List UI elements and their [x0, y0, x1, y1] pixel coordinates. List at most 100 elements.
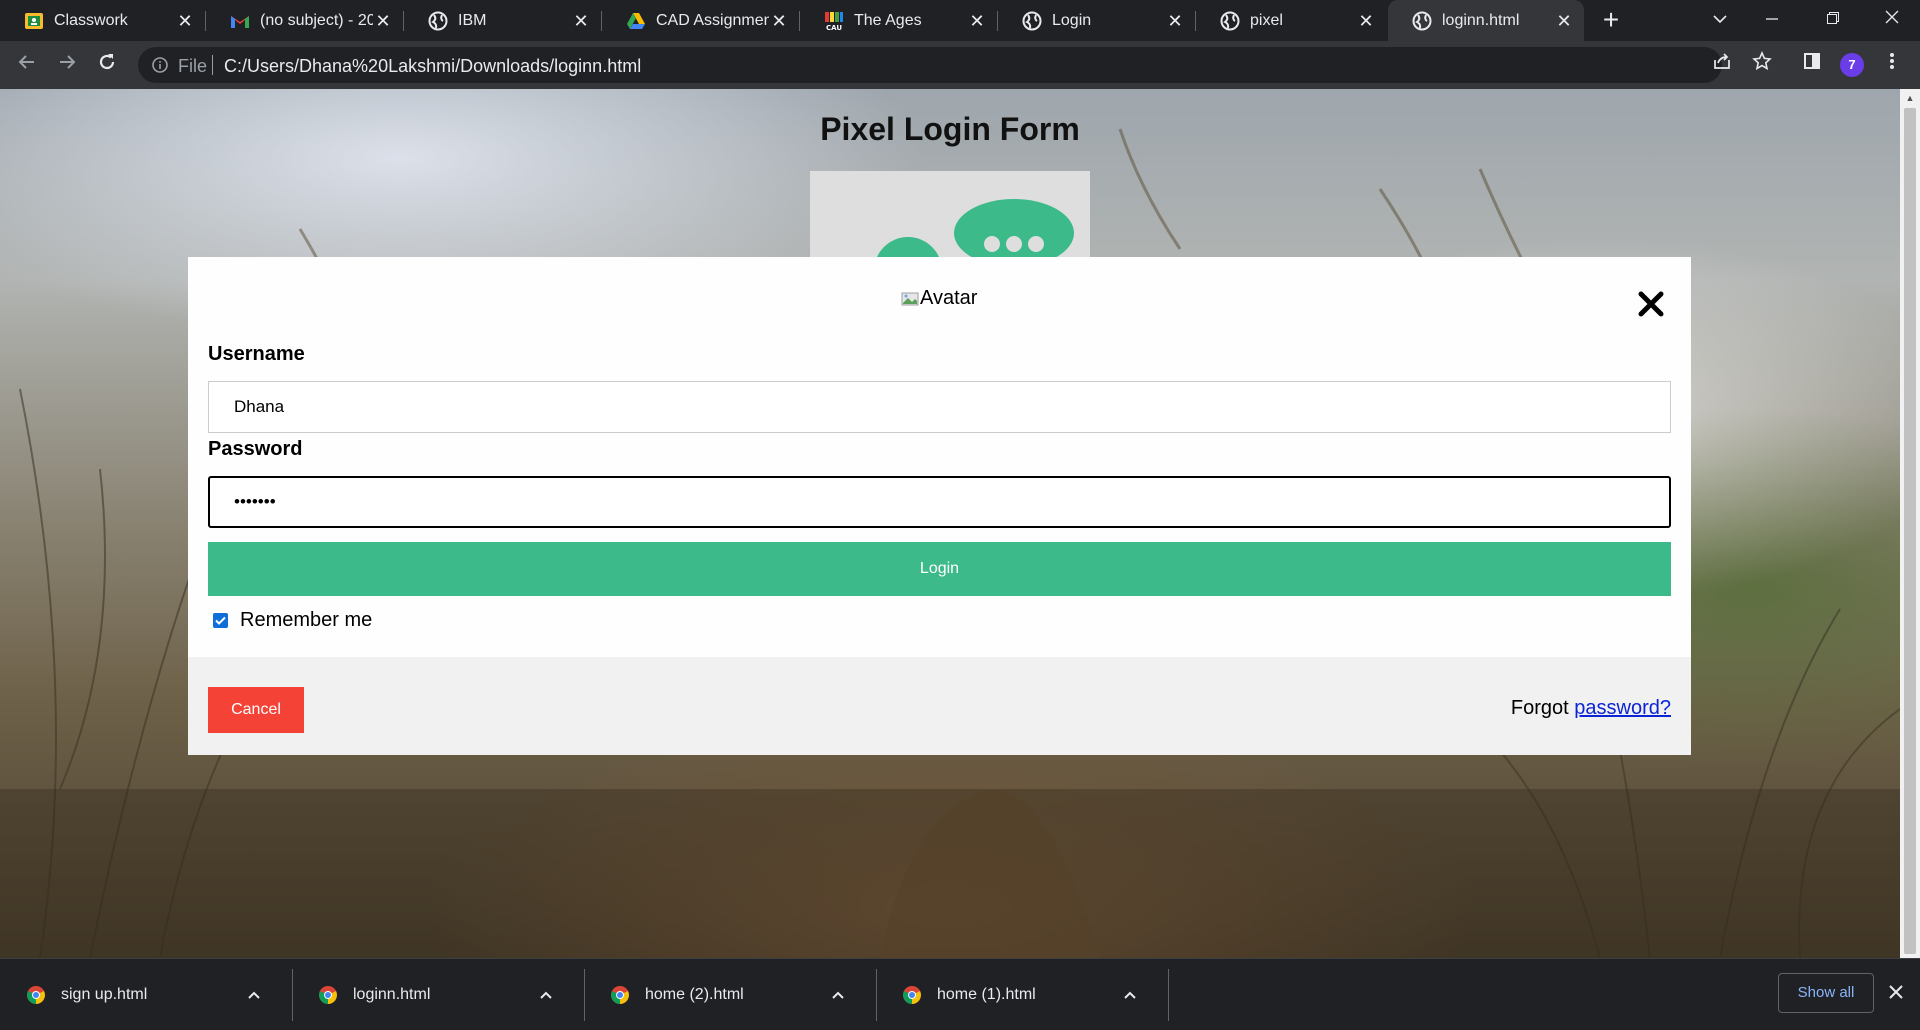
- globe-icon: [428, 11, 448, 31]
- share-button[interactable]: [1708, 51, 1736, 79]
- globe-icon: [1412, 11, 1432, 31]
- forward-arrow-icon: [60, 55, 76, 69]
- download-item[interactable]: home (2).html: [584, 959, 874, 1030]
- close-icon: [1889, 985, 1903, 999]
- tab-login[interactable]: Login ✕: [998, 0, 1195, 41]
- back-button[interactable]: [13, 51, 41, 79]
- new-tab-button[interactable]: +: [1598, 6, 1624, 34]
- username-label: Username: [208, 343, 305, 365]
- cancel-button[interactable]: Cancel: [208, 687, 304, 733]
- remember-checkbox[interactable]: [213, 613, 228, 628]
- tab-ibm[interactable]: IBM ✕: [404, 0, 601, 41]
- close-icon[interactable]: ✕: [1356, 11, 1376, 31]
- tab-title: (no subject) - 20c: [260, 11, 373, 29]
- chevron-up-icon[interactable]: [828, 987, 848, 1003]
- page-title: Pixel Login Form: [820, 111, 1080, 147]
- side-panel-button[interactable]: [1798, 51, 1826, 79]
- chrome-icon: [319, 986, 337, 1004]
- tab-title: Login: [1052, 11, 1092, 29]
- download-item[interactable]: sign up.html: [0, 959, 290, 1030]
- username-input[interactable]: Dhana: [208, 381, 1671, 433]
- minimize-button[interactable]: [1752, 4, 1792, 36]
- url-divider: [212, 55, 213, 75]
- download-shelf: sign up.html loginn.html home (2).html h…: [0, 958, 1920, 1030]
- chevron-up-icon[interactable]: [536, 987, 556, 1003]
- scrollbar-thumb[interactable]: [1904, 108, 1916, 954]
- browser-toolbar: File C:/Users/Dhana%20Lakshmi/Downloads/…: [0, 41, 1920, 89]
- forgot-text: Forgot: [1510, 697, 1569, 719]
- password-input[interactable]: •••••••: [208, 476, 1671, 528]
- url-text[interactable]: C:/Users/Dhana%20Lakshmi/Downloads/login…: [224, 56, 641, 77]
- window-close-button[interactable]: [1872, 4, 1912, 36]
- close-icon[interactable]: ✕: [1554, 11, 1574, 31]
- modal-footer: Cancel Forgot password?: [188, 657, 1691, 755]
- tab-cad-assignment[interactable]: CAD Assignment ✕: [602, 0, 799, 41]
- modal-close-button[interactable]: [1636, 291, 1666, 321]
- close-icon[interactable]: ✕: [175, 11, 195, 31]
- info-icon[interactable]: [150, 55, 170, 75]
- chrome-icon: [27, 986, 45, 1004]
- minimize-icon: [1766, 18, 1778, 20]
- url-scheme: File: [178, 56, 208, 76]
- download-filename: home (2).html: [645, 986, 744, 1003]
- classroom-icon: [24, 11, 44, 31]
- chrome-icon: [611, 986, 629, 1004]
- close-shelf-button[interactable]: [1886, 983, 1906, 1003]
- page-viewport: Pixel Login Form Avatar Username Dhana P…: [0, 89, 1900, 958]
- tab-title: IBM: [458, 11, 487, 29]
- download-item[interactable]: loginn.html: [292, 959, 582, 1030]
- tab-loginn-html[interactable]: loginn.html ✕: [1388, 0, 1584, 41]
- download-filename: home (1).html: [937, 986, 1036, 1003]
- remember-label: Remember me: [240, 609, 373, 631]
- tab-classwork[interactable]: Classwork ✕: [0, 0, 205, 41]
- gmail-icon: [230, 11, 250, 31]
- address-bar[interactable]: File C:/Users/Dhana%20Lakshmi/Downloads/…: [138, 47, 1722, 83]
- tab-title: Classwork: [54, 11, 128, 29]
- tab-search-button[interactable]: [1700, 4, 1740, 36]
- forgot-password-link[interactable]: password?: [1574, 697, 1671, 719]
- avatar-alt-text: Avatar: [920, 287, 978, 309]
- download-divider: [1168, 969, 1169, 1021]
- chevron-up-icon[interactable]: [1120, 987, 1140, 1003]
- login-button[interactable]: Login: [208, 542, 1671, 596]
- forgot-password: Forgot password?: [1511, 697, 1671, 720]
- show-all-button[interactable]: Show all: [1778, 973, 1874, 1013]
- back-arrow-icon: [18, 55, 34, 69]
- close-icon[interactable]: ✕: [769, 11, 789, 31]
- close-icon[interactable]: ✕: [1165, 11, 1185, 31]
- checkmark-icon: [215, 616, 226, 625]
- tab-title: The Ages: [854, 11, 922, 29]
- chat-bubbles-icon: [874, 199, 1074, 271]
- star-icon: [1752, 51, 1772, 71]
- tab-title: CAD Assignment: [656, 11, 769, 29]
- broken-image-icon: [901, 292, 919, 305]
- tab-strip: Classwork ✕ (no subject) - 20c ✕ IBM ✕ C…: [0, 0, 1920, 41]
- scroll-up-arrow-icon[interactable]: ▲: [1904, 92, 1916, 104]
- reload-icon: [99, 54, 115, 70]
- tab-the-ages[interactable]: CAU The Ages ✕: [800, 0, 997, 41]
- close-icon[interactable]: ✕: [373, 11, 393, 31]
- tab-pixel[interactable]: pixel ✕: [1196, 0, 1386, 41]
- avatar: Avatar: [901, 287, 977, 310]
- chevron-down-icon: [1713, 15, 1727, 24]
- restore-button[interactable]: [1813, 4, 1853, 36]
- password-label: Password: [208, 438, 303, 460]
- close-icon[interactable]: ✕: [967, 11, 987, 31]
- google-drive-icon: [626, 11, 646, 31]
- menu-button[interactable]: [1878, 51, 1906, 79]
- restore-icon: [1827, 12, 1839, 24]
- profile-avatar[interactable]: 7: [1840, 53, 1864, 77]
- close-icon: [1638, 291, 1664, 317]
- reload-button[interactable]: [93, 51, 121, 79]
- more-vert-icon: [1890, 53, 1894, 69]
- bookmark-button[interactable]: [1748, 51, 1776, 79]
- forward-button[interactable]: [53, 51, 81, 79]
- tab-gmail[interactable]: (no subject) - 20c ✕: [206, 0, 403, 41]
- tab-title: pixel: [1250, 11, 1283, 29]
- close-icon: [1885, 10, 1899, 24]
- share-icon: [1714, 53, 1730, 69]
- side-panel-icon: [1804, 53, 1820, 69]
- chevron-up-icon[interactable]: [244, 987, 264, 1003]
- close-icon[interactable]: ✕: [571, 11, 591, 31]
- download-item[interactable]: home (1).html: [876, 959, 1166, 1030]
